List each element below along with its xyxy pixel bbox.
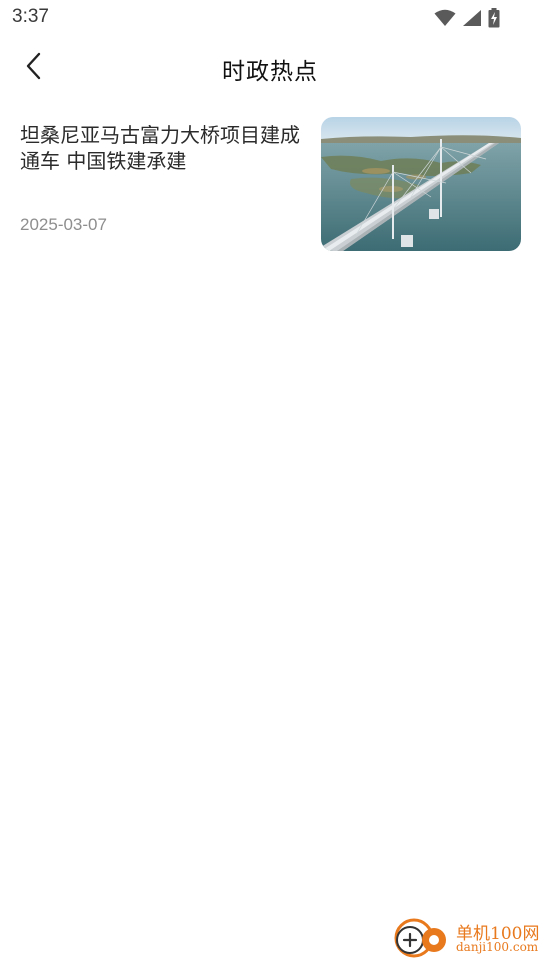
news-date: 2025-03-07 [20, 215, 107, 234]
watermark: 单机100网 danji100.com [390, 916, 540, 960]
news-thumbnail [321, 117, 521, 251]
news-title: 坦桑尼亚马古富力大桥项目建成通车 中国铁建承建 [20, 123, 300, 173]
watermark-logo-icon [390, 916, 454, 960]
status-icons [434, 7, 500, 29]
signal-icon [462, 9, 482, 27]
watermark-domain: danji100.com [456, 940, 539, 954]
app-header: 时政热点 [0, 44, 540, 92]
status-time: 3:37 [12, 6, 49, 27]
news-list: 坦桑尼亚马古富力大桥项目建成通车 中国铁建承建 2025-03-07 [0, 116, 540, 252]
news-item[interactable]: 坦桑尼亚马古富力大桥项目建成通车 中国铁建承建 2025-03-07 [0, 116, 540, 252]
battery-charging-icon [488, 8, 500, 28]
wifi-icon [434, 9, 456, 27]
status-bar: 3:37 [0, 0, 540, 36]
page-title: 时政热点 [222, 59, 318, 85]
